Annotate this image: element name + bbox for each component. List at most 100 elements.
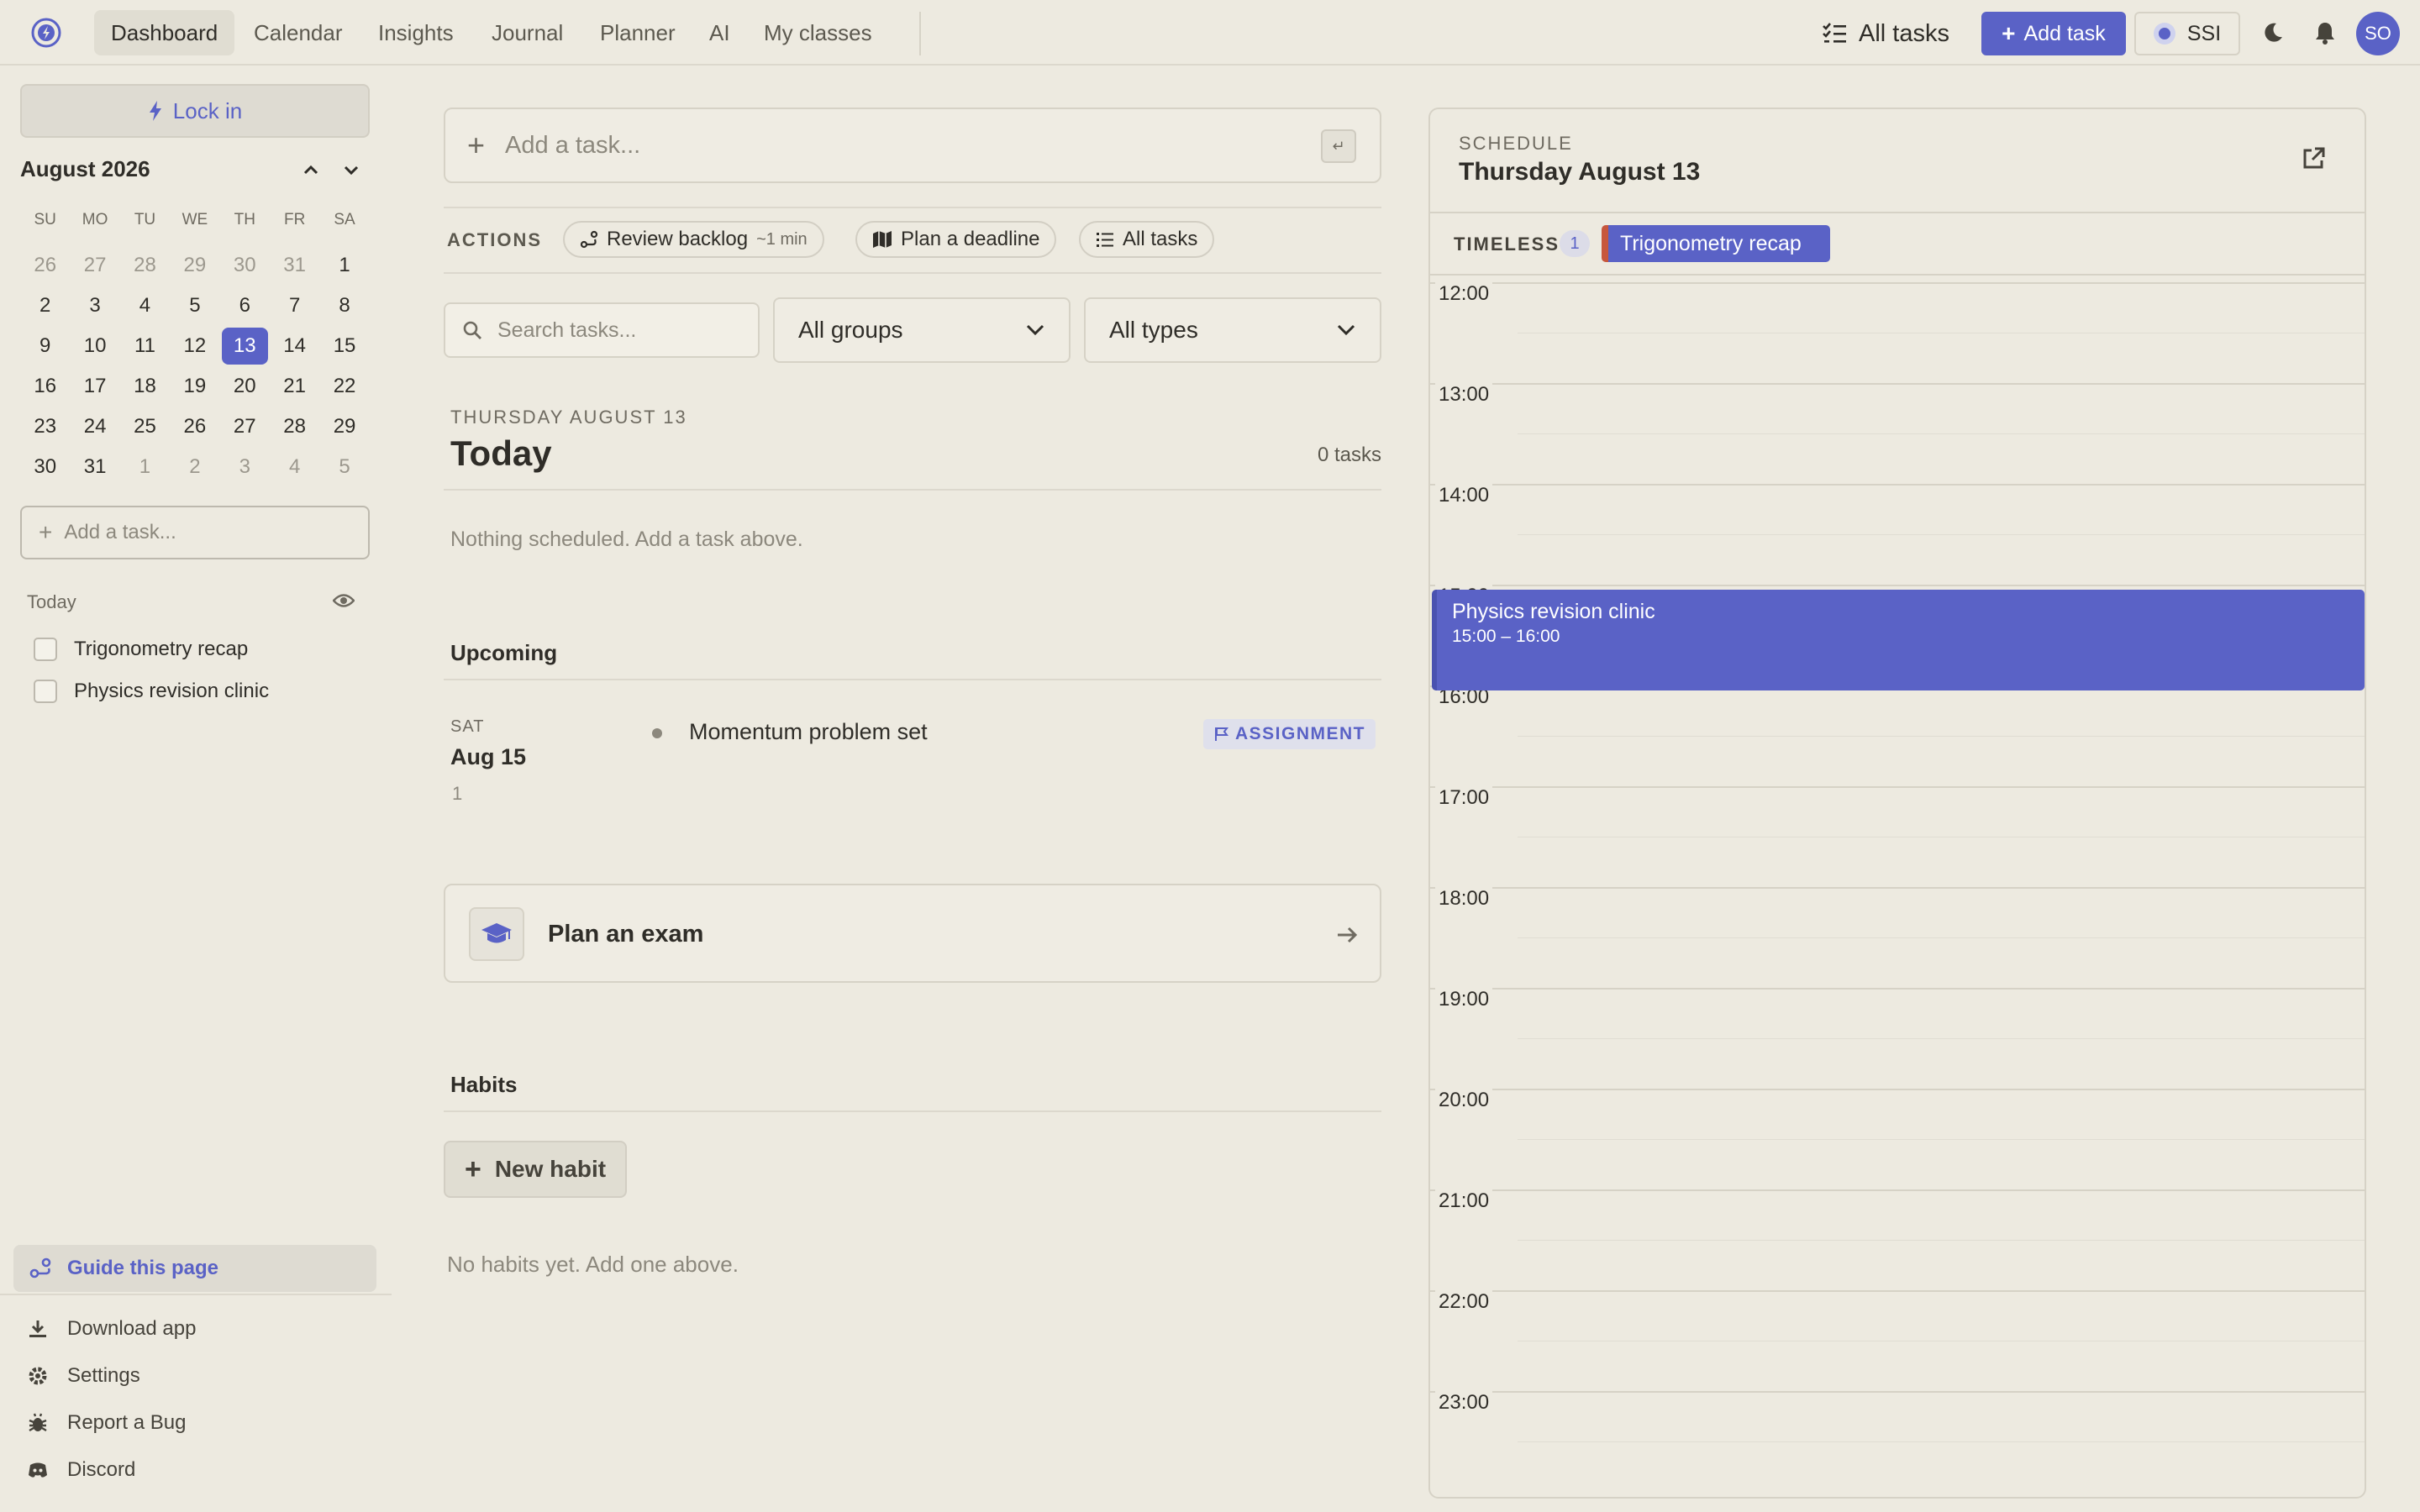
hour-row[interactable]: 23:00 — [1430, 1391, 2365, 1492]
task-checkbox[interactable] — [34, 680, 57, 703]
calendar-day[interactable]: 27 — [222, 408, 268, 445]
add-task-button[interactable]: + Add task — [1981, 12, 2126, 55]
plan-deadline-button[interactable]: Plan a deadline — [855, 221, 1057, 258]
calendar-day[interactable]: 17 — [71, 368, 118, 405]
nav-my-classes[interactable]: My classes — [747, 10, 889, 55]
hour-row[interactable]: 12:00 — [1430, 282, 2365, 383]
hour-row[interactable]: 13:00 — [1430, 383, 2365, 484]
all-tasks-button[interactable]: All tasks — [1822, 15, 1949, 52]
calendar-day[interactable]: 31 — [271, 247, 318, 284]
calendar-day[interactable]: 26 — [22, 247, 68, 284]
search-input[interactable]: Search tasks... — [444, 302, 760, 358]
hour-row[interactable]: 14:00 — [1430, 484, 2365, 585]
hour-row[interactable]: 21:00 — [1430, 1189, 2365, 1290]
all-tasks-action-button[interactable]: All tasks — [1079, 221, 1215, 258]
calendar-day[interactable]: 5 — [321, 449, 367, 486]
upcoming-task-title[interactable]: Momentum problem set — [689, 719, 928, 745]
calendar-day[interactable]: 30 — [22, 449, 68, 486]
report-bug-link[interactable]: Report a Bug — [27, 1408, 186, 1438]
calendar-day[interactable]: 14 — [271, 328, 318, 365]
calendar-day[interactable]: 2 — [22, 287, 68, 324]
plan-exam-card[interactable]: Plan an exam — [444, 884, 1381, 983]
group-filter-select[interactable]: All groups — [773, 297, 1071, 363]
calendar-day[interactable]: 1 — [122, 449, 168, 486]
calendar-day[interactable]: 12 — [171, 328, 218, 365]
calendar-day[interactable]: 11 — [122, 328, 168, 365]
calendar-day[interactable]: 28 — [271, 408, 318, 445]
hour-row[interactable]: 16:00 — [1430, 685, 2365, 786]
calendar-day[interactable]: 10 — [71, 328, 118, 365]
half-hour-line — [1518, 736, 2365, 737]
sidebar-task-item[interactable]: Trigonometry recap — [34, 635, 248, 664]
sidebar-add-task-input[interactable]: + Add a task... — [20, 506, 370, 559]
calendar-day[interactable]: 5 — [171, 287, 218, 324]
calendar-day[interactable]: 29 — [321, 408, 367, 445]
calendar-day[interactable]: 3 — [222, 449, 268, 486]
hour-row[interactable]: 22:00 — [1430, 1290, 2365, 1391]
calendar-day[interactable]: 8 — [321, 287, 367, 324]
calendar-day[interactable]: 23 — [22, 408, 68, 445]
nav-dashboard[interactable]: Dashboard — [94, 10, 235, 55]
calendar-day[interactable]: 4 — [122, 287, 168, 324]
calendar-day[interactable]: 9 — [22, 328, 68, 365]
dark-mode-moon-icon[interactable] — [2257, 17, 2289, 49]
enter-key-icon[interactable]: ↵ — [1321, 129, 1356, 163]
app-logo-icon[interactable] — [30, 17, 62, 49]
nav-planner[interactable]: Planner — [583, 10, 692, 55]
calendar-day[interactable]: 30 — [222, 247, 268, 284]
hour-row[interactable]: 17:00 — [1430, 786, 2365, 887]
calendar-day[interactable]: 6 — [222, 287, 268, 324]
calendar-day[interactable]: 22 — [321, 368, 367, 405]
calendar-day[interactable]: 27 — [71, 247, 118, 284]
calendar-day[interactable]: 13 — [221, 328, 268, 365]
calendar-day[interactable]: 19 — [171, 368, 218, 405]
notification-bell-icon[interactable] — [2309, 17, 2341, 49]
calendar-day[interactable]: 20 — [222, 368, 268, 405]
chevron-down-icon[interactable] — [339, 158, 363, 181]
hour-row[interactable]: 18:00 — [1430, 887, 2365, 988]
eye-icon[interactable] — [333, 591, 355, 610]
type-filter-select[interactable]: All types — [1084, 297, 1381, 363]
calendar-day[interactable]: 3 — [71, 287, 118, 324]
hour-row[interactable]: 19:00 — [1430, 988, 2365, 1089]
hour-label: 18:00 — [1435, 887, 1493, 911]
review-backlog-time: ~1 min — [756, 229, 808, 249]
calendar-day[interactable]: 25 — [122, 408, 168, 445]
calendar-day[interactable]: 1 — [321, 247, 367, 284]
sidebar-task-item[interactable]: Physics revision clinic — [34, 677, 269, 706]
calendar-day[interactable]: 21 — [271, 368, 318, 405]
calendar-day[interactable]: 2 — [171, 449, 218, 486]
main-add-task-placeholder: Add a task... — [505, 131, 641, 159]
settings-link[interactable]: Settings — [27, 1361, 140, 1391]
user-avatar[interactable]: SO — [2356, 12, 2400, 55]
calendar-day[interactable]: 16 — [22, 368, 68, 405]
hour-row[interactable]: 20:00 — [1430, 1089, 2365, 1189]
calendar-day[interactable]: 29 — [171, 247, 218, 284]
calendar-day[interactable]: 15 — [321, 328, 367, 365]
calendar-day[interactable]: 26 — [171, 408, 218, 445]
timeless-task-chip[interactable]: Trigonometry recap — [1602, 225, 1830, 262]
new-habit-button[interactable]: + New habit — [444, 1141, 627, 1198]
schedule-divider — [1430, 212, 2365, 213]
review-backlog-button[interactable]: Review backlog ~1 min — [563, 221, 824, 258]
nav-journal[interactable]: Journal — [475, 10, 580, 55]
download-app-link[interactable]: Download app — [27, 1314, 196, 1344]
calendar-day[interactable]: 31 — [71, 449, 118, 486]
nav-insights[interactable]: Insights — [361, 10, 471, 55]
guide-this-page-button[interactable]: Guide this page — [13, 1245, 376, 1292]
lock-in-button[interactable]: Lock in — [20, 84, 370, 138]
calendar-day[interactable]: 7 — [271, 287, 318, 324]
chevron-up-icon[interactable] — [299, 158, 323, 181]
ssi-button[interactable]: SSI — [2134, 12, 2240, 55]
task-checkbox[interactable] — [34, 638, 57, 661]
calendar-day[interactable]: 24 — [71, 408, 118, 445]
main-add-task-input[interactable]: + Add a task... ↵ — [444, 108, 1381, 183]
calendar-day[interactable]: 18 — [122, 368, 168, 405]
external-link-icon[interactable] — [2301, 146, 2326, 171]
calendar-event[interactable]: Physics revision clinic 15:00 – 16:00 — [1432, 590, 2365, 690]
calendar-day[interactable]: 28 — [122, 247, 168, 284]
discord-link[interactable]: Discord — [27, 1455, 135, 1485]
calendar-day[interactable]: 4 — [271, 449, 318, 486]
nav-calendar[interactable]: Calendar — [237, 10, 360, 55]
nav-ai[interactable]: AI — [692, 10, 747, 55]
